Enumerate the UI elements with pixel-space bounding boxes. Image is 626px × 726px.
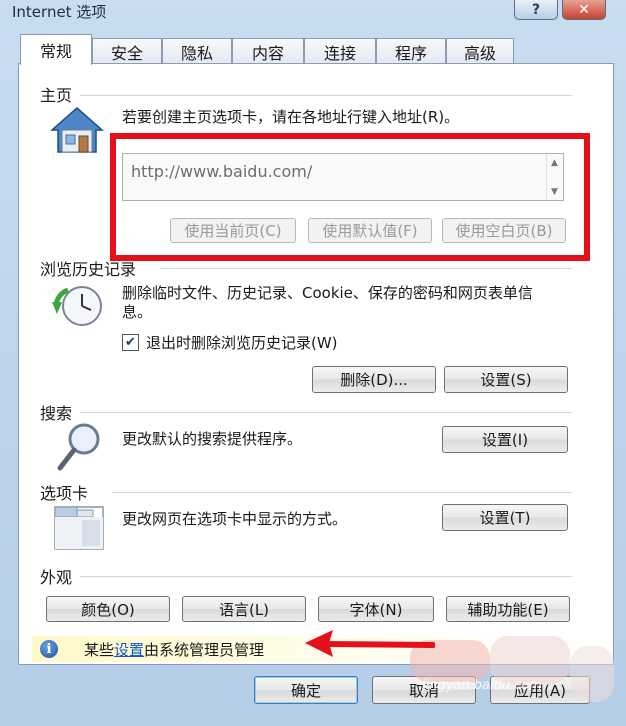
title-bar: Internet 选项 ? ✕ xyxy=(0,0,626,28)
search-group-title: 搜索 xyxy=(40,404,73,423)
tab-general[interactable]: 常规 xyxy=(20,34,92,65)
languages-button[interactable]: 语言(L) xyxy=(182,596,306,622)
history-divider xyxy=(160,268,572,269)
history-settings-button[interactable]: 设置(S) xyxy=(444,366,568,393)
delete-history-on-exit-checkbox[interactable]: ✔ xyxy=(122,334,139,351)
homepage-instruction: 若要创建主页选项卡，请在各地址行键入地址(R)。 xyxy=(122,108,460,126)
tab-content[interactable]: 内容 xyxy=(232,38,304,64)
homepage-divider xyxy=(80,95,572,96)
house-icon xyxy=(50,107,104,153)
watermark-text: jingyan.baidu.com xyxy=(422,678,542,693)
clock-refresh-icon xyxy=(52,286,102,326)
tabs-settings-button[interactable]: 设置(T) xyxy=(442,504,568,531)
watermark-blob xyxy=(490,636,570,684)
ok-button[interactable]: 确定 xyxy=(254,676,358,704)
history-description: 删除临时文件、历史记录、Cookie、保存的密码和网页表单信息。 xyxy=(122,284,533,321)
admin-info-prefix: 某些 xyxy=(84,641,115,659)
delete-history-on-exit-label: 退出时删除浏览历史记录(W) xyxy=(146,334,338,352)
tabs-description: 更改网页在选项卡中显示的方式。 xyxy=(122,510,348,528)
close-icon: ✕ xyxy=(578,1,590,18)
appearance-divider xyxy=(80,576,572,577)
tab-window-icon xyxy=(54,506,104,550)
info-icon: i xyxy=(40,640,58,658)
watermark-blob xyxy=(570,646,614,702)
tabs-group-title: 选项卡 xyxy=(40,484,89,503)
checkmark-icon: ✔ xyxy=(125,335,136,350)
delete-history-button[interactable]: 删除(D)... xyxy=(312,366,436,393)
admin-info-text: 某些设置由系统管理员管理 xyxy=(84,639,264,660)
red-arrow-annotation xyxy=(305,630,435,657)
appearance-group-title: 外观 xyxy=(40,568,73,587)
window-title: Internet 选项 xyxy=(12,3,107,21)
homepage-group-title: 主页 xyxy=(40,86,73,105)
fonts-button[interactable]: 字体(N) xyxy=(318,596,434,622)
admin-settings-link[interactable]: 设置 xyxy=(114,641,144,659)
tab-privacy[interactable]: 隐私 xyxy=(162,38,232,64)
admin-info-suffix: 由系统管理员管理 xyxy=(144,641,265,659)
close-button[interactable]: ✕ xyxy=(562,0,606,20)
red-highlight-box xyxy=(110,133,590,261)
help-button[interactable]: ? xyxy=(514,0,558,20)
search-description: 更改默认的搜索提供程序。 xyxy=(122,430,303,448)
search-divider xyxy=(80,412,572,413)
colors-button[interactable]: 颜色(O) xyxy=(46,596,170,622)
search-settings-button[interactable]: 设置(I) xyxy=(442,426,568,453)
tabs-divider xyxy=(112,492,572,493)
tab-advanced[interactable]: 高级 xyxy=(446,38,514,64)
tab-connections[interactable]: 连接 xyxy=(304,38,376,64)
tab-security[interactable]: 安全 xyxy=(92,38,162,64)
magnifier-icon xyxy=(57,423,100,471)
accessibility-button[interactable]: 辅助功能(E) xyxy=(446,596,570,622)
tab-programs[interactable]: 程序 xyxy=(376,38,446,64)
